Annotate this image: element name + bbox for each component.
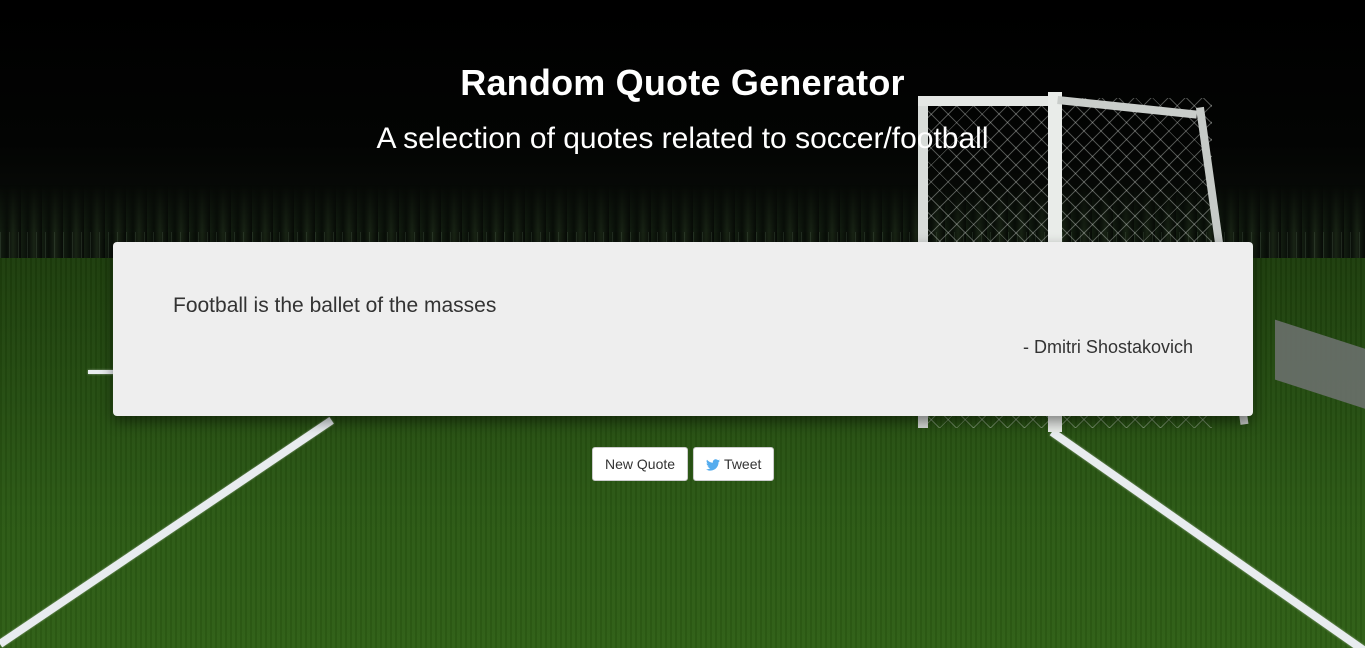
new-quote-label: New Quote: [605, 456, 676, 472]
page-subtitle: A selection of quotes related to soccer/…: [376, 122, 989, 155]
tweet-label: Tweet: [724, 456, 762, 472]
new-quote-button[interactable]: New Quote: [592, 447, 689, 481]
twitter-bird-icon: [706, 458, 721, 471]
quote-text: Football is the ballet of the masses: [173, 294, 497, 317]
quote-author: - Dmitri Shostakovich: [1022, 337, 1193, 357]
page-title: Random Quote Generator: [460, 62, 905, 103]
quote-card: Football is the ballet of the masses - D…: [113, 242, 1253, 416]
action-buttons: New Quote Tweet: [592, 447, 775, 481]
tweet-button[interactable]: Tweet: [693, 447, 775, 481]
field-line-mark: [88, 370, 114, 374]
